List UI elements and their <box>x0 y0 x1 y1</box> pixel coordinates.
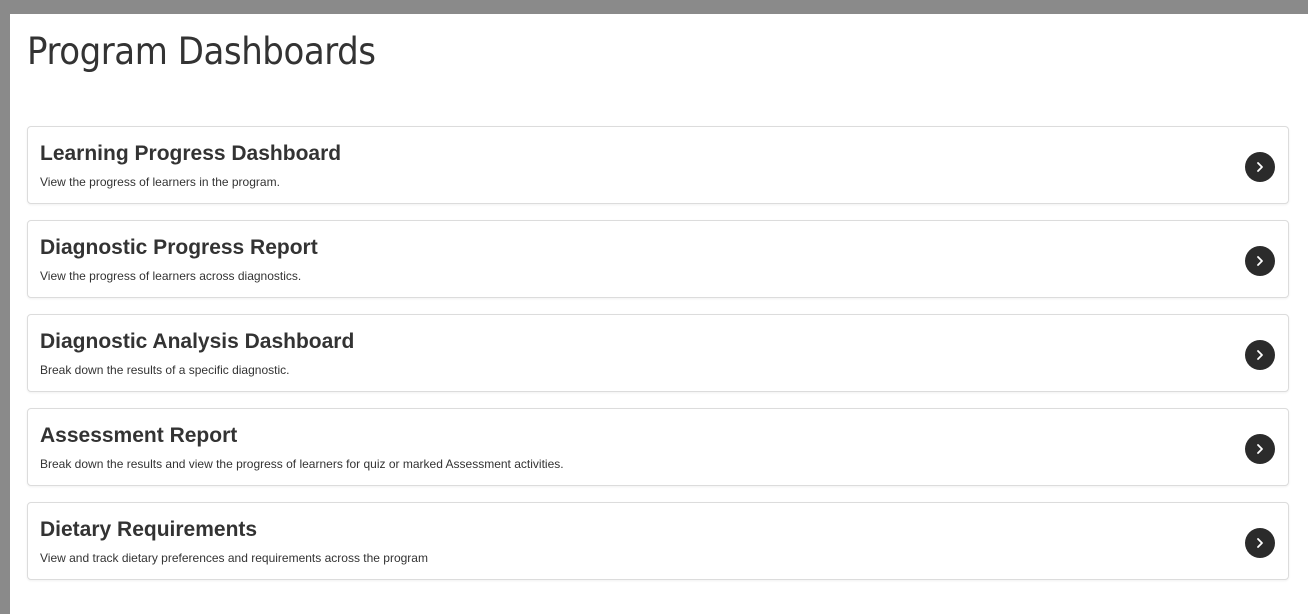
card-title: Diagnostic Analysis Dashboard <box>40 330 355 353</box>
card-title: Diagnostic Progress Report <box>40 236 318 259</box>
chevron-right-icon[interactable] <box>1245 528 1275 558</box>
page-title: Program Dashboards <box>27 30 376 73</box>
card-description: View and track dietary preferences and r… <box>40 551 428 565</box>
card-description: Break down the results and view the prog… <box>40 457 564 471</box>
dashboard-card-diagnostic-analysis[interactable]: Diagnostic Analysis Dashboard Break down… <box>27 314 1289 392</box>
chevron-right-icon[interactable] <box>1245 434 1275 464</box>
card-title: Learning Progress Dashboard <box>40 142 342 165</box>
page-content: Program Dashboards Learning Progress Das… <box>10 14 1308 614</box>
chevron-right-icon[interactable] <box>1245 152 1275 182</box>
dashboard-card-assessment-report[interactable]: Assessment Report Break down the results… <box>27 408 1289 486</box>
dashboard-card-diagnostic-progress[interactable]: Diagnostic Progress Report View the prog… <box>27 220 1289 298</box>
card-title: Dietary Requirements <box>40 518 258 541</box>
card-description: View the progress of learners in the pro… <box>40 175 280 189</box>
dashboard-card-dietary-requirements[interactable]: Dietary Requirements View and track diet… <box>27 502 1289 580</box>
card-description: View the progress of learners across dia… <box>40 269 302 283</box>
card-description: Break down the results of a specific dia… <box>40 363 290 377</box>
card-title: Assessment Report <box>40 424 238 447</box>
dashboard-list: Learning Progress Dashboard View the pro… <box>27 126 1289 596</box>
dashboard-card-learning-progress[interactable]: Learning Progress Dashboard View the pro… <box>27 126 1289 204</box>
chevron-right-icon[interactable] <box>1245 246 1275 276</box>
chevron-right-icon[interactable] <box>1245 340 1275 370</box>
